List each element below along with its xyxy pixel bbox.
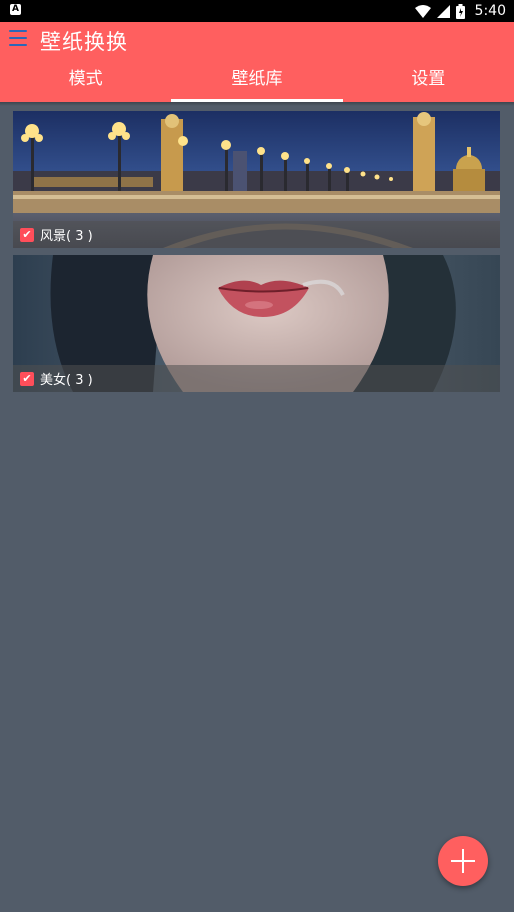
checkbox-scenery[interactable]: ✔ <box>20 227 34 242</box>
appbar-shadow <box>0 102 514 106</box>
card-caption: ✔ 美女( 3 ) <box>13 365 500 392</box>
tab-mode[interactable]: 模式 <box>0 60 171 102</box>
add-category-button[interactable] <box>438 836 488 886</box>
card-caption: ✔ 风景( 3 ) <box>13 221 500 248</box>
page-title: 壁纸换换 <box>40 30 128 54</box>
tab-bar: 模式 壁纸库 设置 <box>0 60 514 102</box>
status-icons: 5:40 <box>414 0 506 22</box>
tab-settings[interactable]: 设置 <box>343 60 514 102</box>
status-time: 5:40 <box>474 3 506 19</box>
status-bar: A 5:40 <box>0 0 514 22</box>
app-bar: 壁纸换换 模式 壁纸库 设置 <box>0 22 514 102</box>
tab-wallpaper-library[interactable]: 壁纸库 <box>171 60 343 102</box>
checkbox-beauty[interactable]: ✔ <box>20 371 34 386</box>
battery-icon <box>455 3 465 19</box>
library-card-scenery[interactable]: ✔ 风景( 3 ) <box>13 111 500 248</box>
wifi-icon <box>414 4 431 18</box>
signal-icon <box>436 4 450 18</box>
notification-icon: A <box>10 4 21 15</box>
card-label: 风景( 3 ) <box>40 229 93 244</box>
menu-icon[interactable] <box>9 30 27 48</box>
library-card-beauty[interactable]: ✔ 美女( 3 ) <box>13 255 500 392</box>
card-label: 美女( 3 ) <box>40 373 93 388</box>
